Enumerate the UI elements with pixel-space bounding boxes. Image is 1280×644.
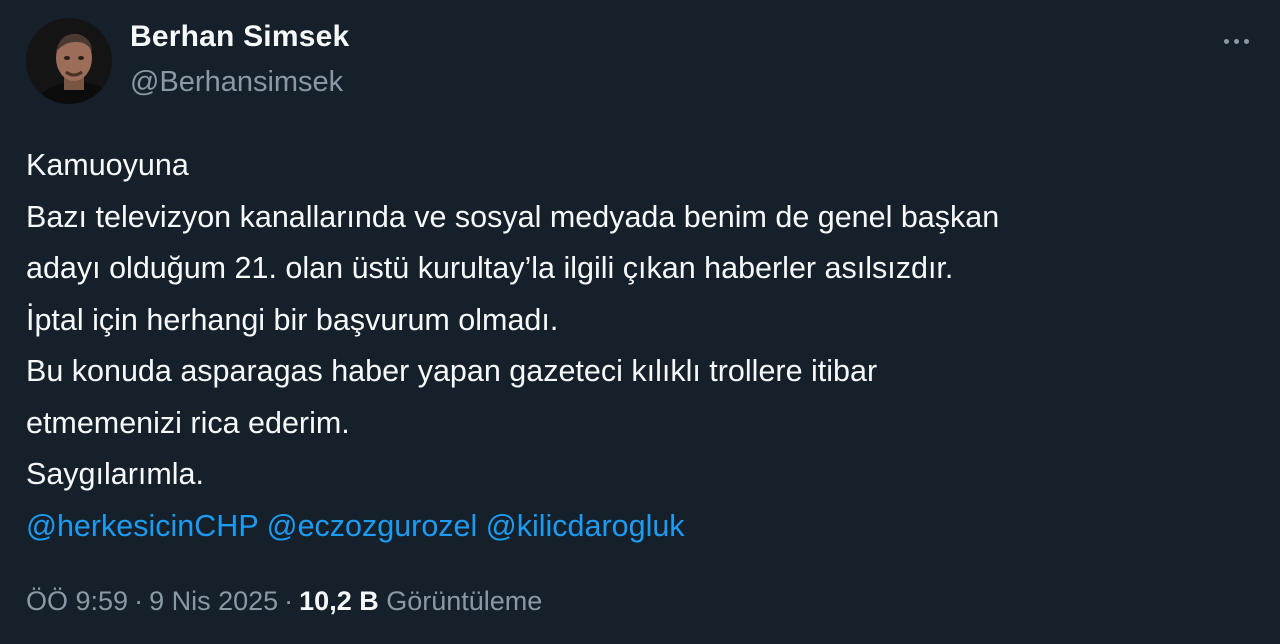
mention-link[interactable]: @kilicdarogluk [486,509,685,543]
more-horizontal-icon [1233,38,1239,44]
tweet-line: İptal için herhangi bir başvurum olmadı. [26,302,559,337]
more-horizontal-icon [1223,38,1229,44]
meta-separator: · [134,586,144,616]
tweet-text: Kamuoyuna Bazı televizyon kanallarında v… [26,140,1256,552]
tweet-line: Kamuoyuna [26,148,189,182]
tweet-line: etmemenizi rica ederim. [26,405,350,440]
author-handle[interactable]: @Berhansimsek [130,66,343,99]
author-name[interactable]: Berhan Simsek [130,20,349,54]
views-count: 10,2 B [299,586,379,616]
more-horizontal-icon [1243,38,1249,44]
tweet-line: Bu konuda asparagas haber yapan gazeteci… [26,354,878,388]
meta-separator: · [284,586,294,616]
views-label: Görüntüleme [386,586,543,616]
avatar[interactable] [26,18,112,104]
tweet-line: adayı olduğum 21. olan üstü kurultay’la … [26,251,954,285]
tweet-time[interactable]: ÖÖ 9:59 [26,586,128,616]
more-options-button[interactable] [1212,26,1260,56]
avatar-image [26,18,112,104]
mention-link[interactable]: @eczozgurozel [267,509,478,543]
tweet-meta: ÖÖ 9:59 · 9 Nis 2025 · 10,2 B Görüntüleme [26,586,542,617]
mention-link[interactable]: @herkesicinCHP [26,509,258,543]
tweet-line: Saygılarımla. [26,457,204,491]
mention-list: @herkesicinCHP @eczozgurozel @kilicdarog… [26,501,1256,553]
tweet-line: Bazı televizyon kanallarında ve sosyal m… [26,199,1000,234]
tweet-date[interactable]: 9 Nis 2025 [149,586,278,616]
